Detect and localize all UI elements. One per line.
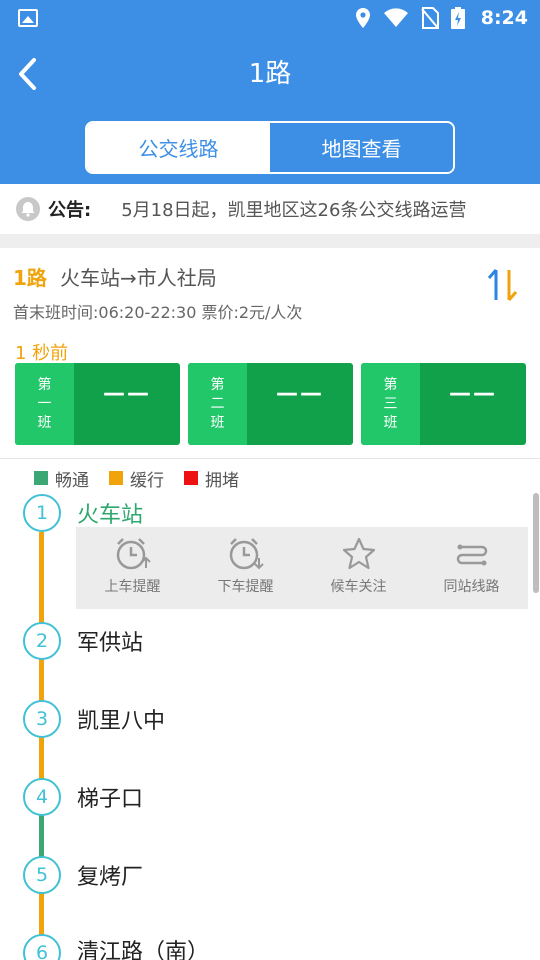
bus-card-value: —— [449,381,497,406]
legend-swatch [184,471,198,485]
stop-name-2[interactable]: 军供站 [77,625,143,657]
bus-label-char: 班 [37,414,52,431]
route-line-segment [39,734,44,782]
route-line-segment [39,812,44,860]
no-sim-icon [420,7,439,29]
legend-swatch [109,471,123,485]
stop-name-3[interactable]: 凯里八中 [77,703,165,735]
stop-name-6[interactable]: 清江路（南） [77,934,209,960]
wifi-icon [383,8,408,27]
alarm-down-icon [229,538,264,570]
same-stop-lines-button[interactable]: 同站线路 [415,527,528,609]
swap-direction-icon [487,269,518,301]
route-line-segment [39,890,44,938]
status-icons: 8:24 [355,6,528,30]
legend-item-congested: 拥堵 [184,466,239,491]
tab-bus-line[interactable]: 公交线路 [87,123,270,172]
app-screen: 8:24 1路 公交线路 地图查看 公告: 5月18日起，凯里地区这26条公交线… [0,0,540,960]
status-time: 8:24 [480,7,528,29]
bus-card-value: —— [103,381,151,406]
action-label: 同站线路 [443,579,500,595]
battery-charging-icon [450,7,465,29]
notice-label: 公告: [48,200,92,221]
stop-index-1: 1 [23,494,61,532]
legend-label: 缓行 [130,470,164,491]
action-label: 候车关注 [330,579,387,595]
legend-label: 拥堵 [205,470,239,491]
legend-item-smooth: 畅通 [34,466,89,491]
section-gap [0,234,540,248]
gallery-icon [18,9,38,27]
page-title: 1路 [248,59,292,89]
stop-index-6: 6 [23,934,61,960]
follow-stop-button[interactable]: 候车关注 [302,527,415,609]
stop-index-2: 2 [23,622,61,660]
route-icon [456,544,487,566]
status-bar: 8:24 [0,0,540,36]
divider [0,458,540,459]
bus-card-label: 第 二 班 [188,363,247,445]
swap-direction-button[interactable] [486,266,520,304]
bus-label-char: 第 [383,376,398,393]
stop-name-5[interactable]: 复烤厂 [77,859,143,891]
bus-card-label: 第 三 班 [361,363,420,445]
bus-label-char: 班 [383,414,398,431]
stop-index-3: 3 [23,700,61,738]
route-schedule: 首末班时间:06:20-22:30 票价:2元/人次 [13,303,303,322]
bus-card-2[interactable]: 第 二 班 —— [188,363,353,445]
route-line-segment [39,656,44,704]
bell-icon [16,197,40,221]
action-label: 下车提醒 [217,579,274,595]
bus-label-char: 第 [37,376,52,393]
route-direction: 火车站→市人社局 [60,266,217,290]
route-line-segment [39,532,44,626]
stop-action-panel: 上车提醒 下车提醒 候车关注 同站线路 [76,527,528,609]
traffic-legend: 畅通 缓行 拥堵 [34,466,259,491]
bus-label-char: 二 [210,395,225,412]
segment-tabs: 公交线路 地图查看 [85,121,455,174]
stop-name-1[interactable]: 火车站 [77,497,143,529]
alarm-up-icon [116,538,151,570]
bus-card-label: 第 一 班 [15,363,74,445]
stop-index-4: 4 [23,778,61,816]
notice-text: 5月18日起，凯里地区这26条公交线路运营 [121,200,467,221]
legend-swatch [34,471,48,485]
board-reminder-button[interactable]: 上车提醒 [76,527,189,609]
tab-map-view[interactable]: 地图查看 [270,123,453,172]
bus-label-char: 一 [37,395,52,412]
bus-card-3[interactable]: 第 三 班 —— [361,363,526,445]
stop-index-5: 5 [23,856,61,894]
alight-reminder-button[interactable]: 下车提醒 [189,527,302,609]
stop-name-4[interactable]: 梯子口 [77,781,143,813]
location-icon [355,8,370,28]
route-number: 1路 [13,266,47,290]
scrollbar[interactable] [533,493,539,593]
bus-label-char: 第 [210,376,225,393]
legend-label: 畅通 [55,470,89,491]
bus-label-char: 班 [210,414,225,431]
bus-card-1[interactable]: 第 一 班 —— [15,363,180,445]
notice-bar[interactable]: 公告: 5月18日起，凯里地区这26条公交线路运营 [0,184,540,234]
refresh-time: 1 秒前 [15,343,69,364]
bus-label-char: 三 [383,395,398,412]
legend-item-slow: 缓行 [109,466,164,491]
action-label: 上车提醒 [104,579,161,595]
bus-card-value: —— [276,381,324,406]
header: 8:24 1路 公交线路 地图查看 [0,0,540,184]
star-icon [342,537,375,570]
